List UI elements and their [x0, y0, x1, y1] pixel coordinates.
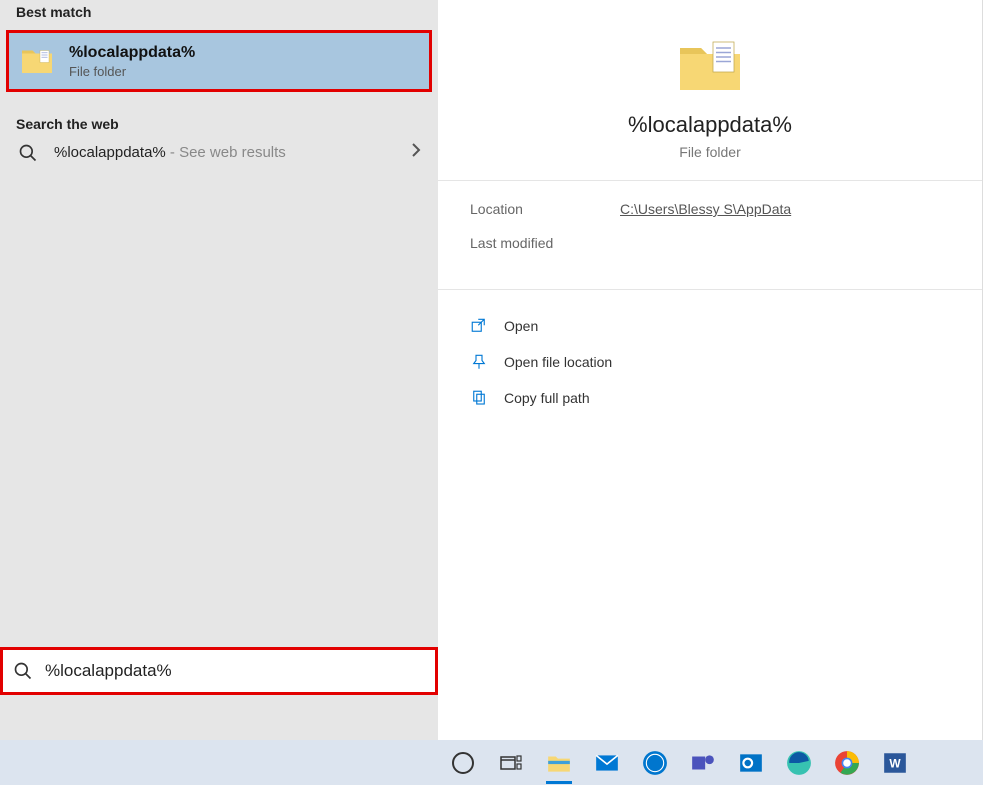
mail-icon: [594, 750, 620, 776]
pin-icon: [470, 353, 488, 371]
edge-icon: [786, 750, 812, 776]
chrome-icon: [834, 750, 860, 776]
copy-icon: [470, 389, 488, 407]
best-match-title: %localappdata%: [69, 44, 195, 62]
folder-icon: [19, 43, 55, 79]
last-modified-label: Last modified: [470, 235, 570, 251]
outlook-button[interactable]: [736, 748, 766, 778]
outlook-icon: [738, 750, 764, 776]
file-explorer-button[interactable]: [544, 748, 574, 778]
open-external-icon: [470, 317, 488, 335]
svg-text:W: W: [889, 756, 901, 770]
open-action[interactable]: Open: [466, 308, 954, 344]
location-link[interactable]: C:\Users\Blessy S\AppData: [620, 201, 791, 217]
web-result-text: %localappdata% - See web results: [54, 144, 394, 161]
preview-panel: %localappdata% File folder Location C:\U…: [438, 0, 983, 740]
search-icon: [13, 661, 33, 681]
search-icon: [18, 143, 38, 163]
dell-button[interactable]: [640, 748, 670, 778]
search-bar[interactable]: [0, 647, 438, 695]
open-location-action[interactable]: Open file location: [466, 344, 954, 380]
cortana-button[interactable]: [448, 748, 478, 778]
folder-icon: [674, 30, 746, 102]
open-label: Open: [504, 318, 538, 334]
best-match-subtitle: File folder: [69, 64, 195, 79]
copy-path-label: Copy full path: [504, 390, 590, 406]
search-results-panel: Best match %localappdata% File folder Se…: [0, 0, 438, 740]
location-label: Location: [470, 201, 570, 217]
teams-icon: [690, 750, 716, 776]
best-match-header: Best match: [0, 0, 438, 20]
search-input[interactable]: [43, 660, 425, 682]
mail-button[interactable]: [592, 748, 622, 778]
task-view-icon: [499, 751, 523, 775]
preview-title: %localappdata%: [438, 112, 982, 138]
edge-button[interactable]: [784, 748, 814, 778]
task-view-button[interactable]: [496, 748, 526, 778]
best-match-result[interactable]: %localappdata% File folder: [6, 30, 432, 92]
web-result[interactable]: %localappdata% - See web results: [0, 132, 438, 173]
chevron-right-icon: [410, 142, 422, 163]
preview-subtitle: File folder: [438, 144, 982, 160]
taskbar: W: [0, 740, 983, 785]
teams-button[interactable]: [688, 748, 718, 778]
file-explorer-icon: [546, 750, 572, 776]
dell-icon: [642, 750, 668, 776]
cortana-icon: [452, 752, 474, 774]
search-web-header: Search the web: [0, 112, 438, 132]
open-location-label: Open file location: [504, 354, 612, 370]
copy-path-action[interactable]: Copy full path: [466, 380, 954, 416]
chrome-button[interactable]: [832, 748, 862, 778]
word-icon: W: [882, 750, 908, 776]
word-button[interactable]: W: [880, 748, 910, 778]
